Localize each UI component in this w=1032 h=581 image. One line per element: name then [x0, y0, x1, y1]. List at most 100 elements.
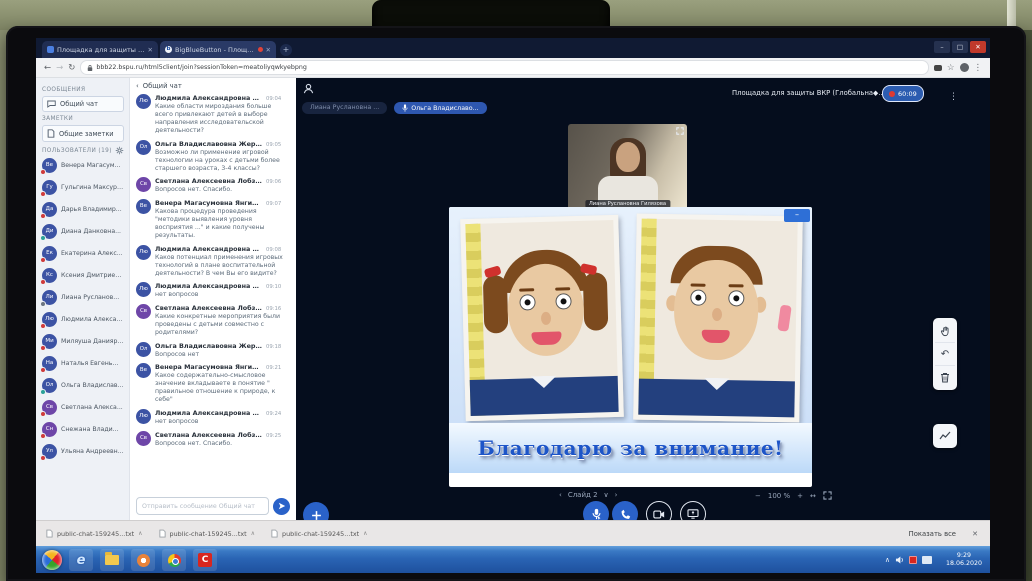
chat-avatar: Св [136, 304, 151, 319]
user-list-item[interactable]: Ве Венера Магасумо... [42, 158, 124, 173]
chat-bubble-icon [47, 100, 56, 108]
user-avatar: Ол [42, 378, 57, 393]
share-webcam-button[interactable] [646, 501, 672, 520]
chat-timestamp: 09:07 [266, 201, 281, 207]
back-icon[interactable]: ← [44, 63, 51, 73]
download-chevron-icon[interactable]: ∧ [138, 530, 142, 537]
sidebar-item-shared-notes[interactable]: Общие заметки [42, 125, 124, 142]
taskbar-media-player-button[interactable] [131, 549, 155, 571]
show-all-downloads-link[interactable]: Показать все [909, 530, 956, 538]
browser-profile-icon[interactable] [960, 63, 969, 72]
tab1-close-icon[interactable]: ✕ [148, 46, 153, 54]
language-flag-icon[interactable] [909, 556, 917, 564]
taskbar-clock[interactable]: 9:29 18.06.2020 [946, 552, 982, 569]
user-list-item[interactable]: Ми Миляуша Данияр... [42, 334, 124, 349]
user-list-item[interactable]: Гу Гульгина Максуро... [42, 180, 124, 195]
taskbar-chrome-button[interactable] [162, 549, 186, 571]
users-settings-gear-icon[interactable] [115, 146, 124, 155]
download-chevron-icon[interactable]: ∧ [251, 530, 255, 537]
share-screen-button[interactable] [680, 501, 706, 520]
download-chip[interactable]: public-chat-159245...txt ∧ [46, 529, 143, 538]
chat-back-icon[interactable]: ‹ [136, 82, 139, 90]
recording-indicator[interactable]: 60:09 [882, 85, 924, 102]
chat-message-input[interactable] [136, 497, 269, 515]
bbb-app: СООБЩЕНИЯ Общий чат ЗАМЕТКИ Общие заметк… [36, 78, 990, 520]
download-bar-close-icon[interactable]: ✕ [972, 530, 978, 538]
webcam-fullscreen-icon[interactable] [676, 127, 684, 135]
chat-avatar: Лю [136, 245, 151, 260]
user-list-item[interactable]: Лю Людмила Алекса... [42, 312, 124, 327]
slide-boy-puppet [633, 214, 803, 423]
user-list-item[interactable]: Сн Снежана Влади... [42, 422, 124, 437]
talker-pill-muted[interactable]: Лиана Руслановна ... [302, 102, 387, 114]
reload-icon[interactable]: ↻ [68, 63, 75, 73]
minimize-presentation-button[interactable]: – [784, 209, 810, 222]
options-menu-icon[interactable]: ⋮ [949, 92, 958, 102]
chat-avatar: Ол [136, 140, 151, 155]
hand-tool-button[interactable] [935, 320, 955, 342]
taskbar-ie-button[interactable]: e [69, 549, 93, 571]
user-list-item[interactable]: Ек Екатерина Алекс... [42, 246, 124, 261]
zoom-out-icon[interactable]: − [755, 492, 761, 500]
user-name: Гульгина Максуро... [61, 184, 124, 191]
public-chat-panel: ‹ Общий чат Лю Людмила Александровна Ами… [130, 78, 296, 520]
new-tab-button[interactable]: + [280, 44, 292, 56]
user-avatar: Св [42, 400, 57, 415]
browser-menu-icon[interactable]: ⋮ [974, 63, 983, 73]
user-status-badge [40, 367, 46, 373]
session-user-icon[interactable] [303, 83, 314, 94]
presentation-fullscreen-icon[interactable] [823, 491, 832, 500]
window-minimize-button[interactable]: – [934, 41, 950, 53]
slide-dropdown-icon[interactable]: ∨ [604, 491, 609, 499]
slide-number-label[interactable]: Слайд 2 [568, 491, 598, 499]
user-list-item[interactable]: Ли Лиана Русланов... [42, 290, 124, 305]
next-slide-icon[interactable]: › [615, 491, 618, 499]
volume-icon[interactable] [895, 556, 904, 564]
undo-annotation-button[interactable]: ↶ [935, 342, 955, 365]
download-chip[interactable]: public-chat-159245...txt ∧ [159, 529, 256, 538]
forward-icon[interactable]: → [56, 63, 63, 73]
user-list-item[interactable]: Ул Ульяна Андреевн... [42, 444, 124, 459]
webcam-tile[interactable]: Лиана Руслановна Гилязова [568, 124, 687, 211]
user-status-badge [40, 345, 46, 351]
leave-audio-button[interactable] [612, 501, 638, 520]
user-list-item[interactable]: Св Светлана Алекса... [42, 400, 124, 415]
actions-plus-button[interactable] [303, 502, 329, 520]
user-list-item[interactable]: На Наталья Евгень... [42, 356, 124, 371]
zoom-in-icon[interactable]: + [797, 492, 803, 500]
previous-slide-icon[interactable]: ‹ [559, 491, 562, 499]
tab2-label: BigBlueButton - Площадк... [175, 46, 255, 54]
start-button[interactable] [42, 550, 62, 570]
download-chevron-icon[interactable]: ∧ [363, 530, 367, 537]
user-avatar: Ми [42, 334, 57, 349]
browser-tab-1[interactable]: Площадка для защиты ВКР ✕ [42, 41, 158, 58]
user-list-item[interactable]: Кс Ксения Дмитриев... [42, 268, 124, 283]
network-icon[interactable] [922, 556, 932, 564]
url-field[interactable]: bbb22.bspu.ru/html5client/join?sessionTo… [80, 60, 929, 75]
mute-microphone-button[interactable] [583, 501, 609, 520]
user-name: Диана Данковна... [61, 228, 121, 235]
taskbar-c-app-button[interactable]: C [193, 549, 217, 571]
user-status-badge [40, 389, 46, 395]
tray-expand-icon[interactable]: ∧ [885, 556, 890, 564]
window-close-button[interactable]: ✕ [970, 41, 986, 53]
clear-annotations-button[interactable] [935, 365, 955, 388]
user-list-item[interactable]: Ди Диана Данковна... [42, 224, 124, 239]
window-maximize-button[interactable]: □ [952, 41, 968, 53]
user-list-item[interactable]: Да Дарья Владимир... [42, 202, 124, 217]
bookmark-star-icon[interactable]: ☆ [947, 63, 955, 73]
whiteboard-toolbar: ↶ [933, 318, 957, 390]
sidebar-item-public-chat[interactable]: Общий чат [42, 96, 124, 112]
chat-avatar: Св [136, 177, 151, 192]
multi-user-whiteboard-button[interactable] [933, 424, 957, 448]
taskbar-explorer-button[interactable] [100, 549, 124, 571]
download-chip-list: public-chat-159245...txt ∧ public-chat-1… [46, 529, 368, 538]
user-list-item[interactable]: Ол Ольга Владислав... [42, 378, 124, 393]
download-chip[interactable]: public-chat-159245...txt ∧ [271, 529, 368, 538]
extension-icon[interactable] [934, 65, 942, 71]
browser-tab-2[interactable]: b BigBlueButton - Площадк... ✕ [160, 41, 276, 58]
talker-pill-active[interactable]: Ольга Владиславо... [394, 102, 486, 114]
fit-width-icon[interactable]: ↔ [810, 492, 816, 500]
chat-send-button[interactable] [273, 498, 290, 515]
tab2-close-icon[interactable]: ✕ [266, 46, 271, 54]
